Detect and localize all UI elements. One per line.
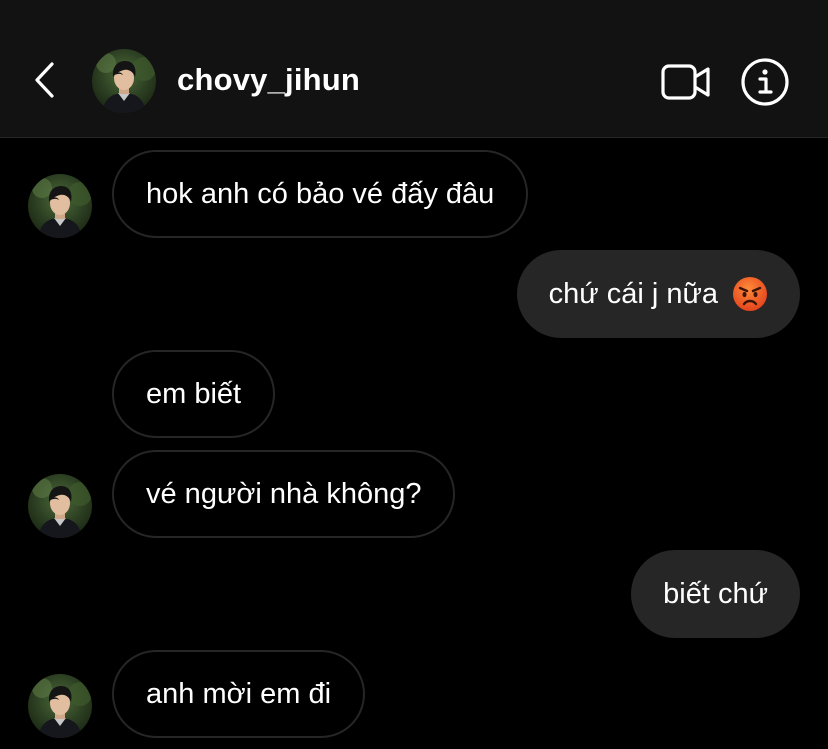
header-avatar[interactable] [92,49,156,113]
chevron-left-icon [35,62,54,98]
info-button[interactable] [740,57,790,107]
avatar-photo [28,174,92,238]
message-text: chứ cái j nữa [548,277,718,310]
back-button[interactable] [26,60,62,100]
info-icon [741,58,789,106]
avatar-photo [28,674,92,738]
chat-header: chovy_jihun [0,0,828,138]
incoming-message[interactable]: anh mời em đi [112,650,366,738]
message-text: anh mời em đi [146,677,332,710]
avatar-photo [92,49,156,113]
outgoing-message[interactable]: chứ cái j nữa [516,250,800,338]
sender-avatar[interactable] [28,674,92,738]
incoming-message[interactable]: hok anh có bảo vé đấy đâu [112,150,529,238]
incoming-message[interactable]: vé người nhà không? [112,450,456,538]
message-text: hok anh có bảo vé đấy đâu [146,177,495,210]
incoming-message[interactable]: em biết [112,350,276,438]
message-text: vé người nhà không? [146,477,422,510]
angry-face-icon [733,277,767,311]
video-camera-icon [661,64,710,100]
header-username[interactable]: chovy_jihun [177,60,360,100]
message-text: biết chứ [663,577,768,610]
sender-avatar[interactable] [28,174,92,238]
message-text: em biết [146,377,242,410]
avatar-photo [28,474,92,538]
outgoing-message[interactable]: biết chứ [631,550,800,638]
video-call-button[interactable] [660,62,712,102]
sender-avatar[interactable] [28,474,92,538]
